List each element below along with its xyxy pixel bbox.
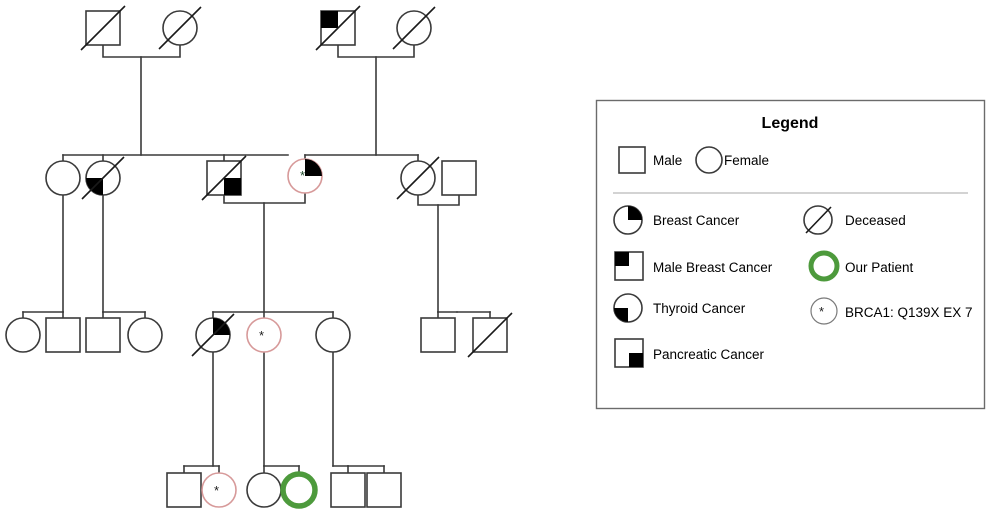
male-square-symbol bbox=[441, 160, 477, 196]
square-outline-icon bbox=[618, 146, 646, 174]
person-III-7[interactable] bbox=[315, 317, 351, 353]
person-I-1[interactable] bbox=[80, 5, 126, 51]
person-III-8[interactable] bbox=[420, 317, 456, 353]
circle-outline-icon bbox=[695, 146, 723, 174]
male-square-symbol bbox=[330, 472, 366, 508]
brca1-asterisk-icon: * bbox=[259, 328, 264, 343]
person-II-1[interactable] bbox=[45, 160, 81, 196]
female-circle-symbol bbox=[246, 472, 282, 508]
pedigree-figure: * * * Legend Male Female Breast Cancer M… bbox=[0, 0, 1000, 511]
male-square-symbol bbox=[85, 317, 121, 353]
legend-label-male: Male bbox=[653, 153, 682, 168]
legend-label-our-patient: Our Patient bbox=[845, 260, 914, 275]
person-I-2[interactable] bbox=[158, 6, 202, 50]
generation-3-group: * bbox=[5, 312, 513, 358]
legend-panel: Legend Male Female Breast Cancer Male Br… bbox=[595, 99, 986, 410]
person-II-4[interactable]: * bbox=[287, 158, 323, 194]
person-II-5[interactable] bbox=[396, 156, 440, 200]
person-III-5[interactable] bbox=[191, 313, 235, 357]
legend-title: Legend bbox=[762, 115, 819, 132]
person-IV-1[interactable] bbox=[166, 472, 202, 508]
female-circle-symbol bbox=[127, 317, 163, 353]
female-circle-symbol bbox=[45, 160, 81, 196]
person-I-4[interactable] bbox=[392, 6, 436, 50]
legend-label-thyroid-cancer: Thyroid Cancer bbox=[653, 301, 746, 316]
person-IV-5[interactable] bbox=[330, 472, 366, 508]
person-IV-2[interactable]: * bbox=[201, 472, 237, 508]
person-II-2[interactable] bbox=[81, 156, 125, 200]
person-III-4[interactable] bbox=[127, 317, 163, 353]
legend-label-breast-cancer: Breast Cancer bbox=[653, 213, 740, 228]
person-I-3[interactable] bbox=[315, 5, 361, 51]
legend-label-male-breast-cancer: Male Breast Cancer bbox=[653, 260, 773, 275]
pancreatic-cancer-quadrant bbox=[224, 178, 241, 195]
person-III-1[interactable] bbox=[5, 317, 41, 353]
male-square-symbol bbox=[45, 317, 81, 353]
legend-label-pancreatic-cancer: Pancreatic Cancer bbox=[653, 347, 765, 362]
male-square-symbol bbox=[166, 472, 202, 508]
person-IV-6[interactable] bbox=[366, 472, 402, 508]
male-breast-cancer-quadrant bbox=[615, 252, 629, 266]
legend-box bbox=[595, 99, 986, 410]
pancreatic-cancer-quadrant bbox=[629, 353, 643, 367]
generation-1-group bbox=[80, 5, 436, 51]
female-circle-symbol bbox=[315, 317, 351, 353]
male-square-symbol bbox=[366, 472, 402, 508]
legend-label-female: Female bbox=[724, 153, 769, 168]
person-II-6[interactable] bbox=[441, 160, 477, 196]
brca1-asterisk-icon: * bbox=[819, 304, 824, 319]
brca1-asterisk-icon: * bbox=[300, 168, 305, 183]
male-square-symbol bbox=[420, 317, 456, 353]
brca1-asterisk-icon: * bbox=[214, 483, 219, 498]
mating-line-I3-I4 bbox=[337, 44, 415, 58]
circle-green-thick-icon bbox=[808, 250, 840, 282]
person-IV-4[interactable] bbox=[280, 471, 318, 509]
proband-circle-symbol bbox=[280, 471, 318, 509]
legend-label-deceased: Deceased bbox=[845, 213, 906, 228]
person-III-2[interactable] bbox=[45, 317, 81, 353]
pedigree-canvas: * * * Legend Male Female Breast Cancer M… bbox=[5, 5, 986, 509]
female-circle-symbol bbox=[5, 317, 41, 353]
generation-2-group: * bbox=[45, 155, 477, 201]
person-III-6[interactable]: * bbox=[246, 317, 282, 353]
mating-line-I1-I2 bbox=[102, 44, 181, 58]
person-II-3[interactable] bbox=[201, 155, 247, 201]
legend-label-brca1: BRCA1: Q139X EX 7 bbox=[845, 305, 973, 320]
male-breast-cancer-quadrant bbox=[321, 11, 338, 28]
person-IV-3[interactable] bbox=[246, 472, 282, 508]
mating-line-II5-II6 bbox=[417, 194, 460, 206]
person-III-3[interactable] bbox=[85, 317, 121, 353]
person-III-9[interactable] bbox=[467, 312, 513, 358]
generation-4-group: * bbox=[166, 471, 402, 509]
pedigree-connector-lines bbox=[22, 44, 491, 474]
